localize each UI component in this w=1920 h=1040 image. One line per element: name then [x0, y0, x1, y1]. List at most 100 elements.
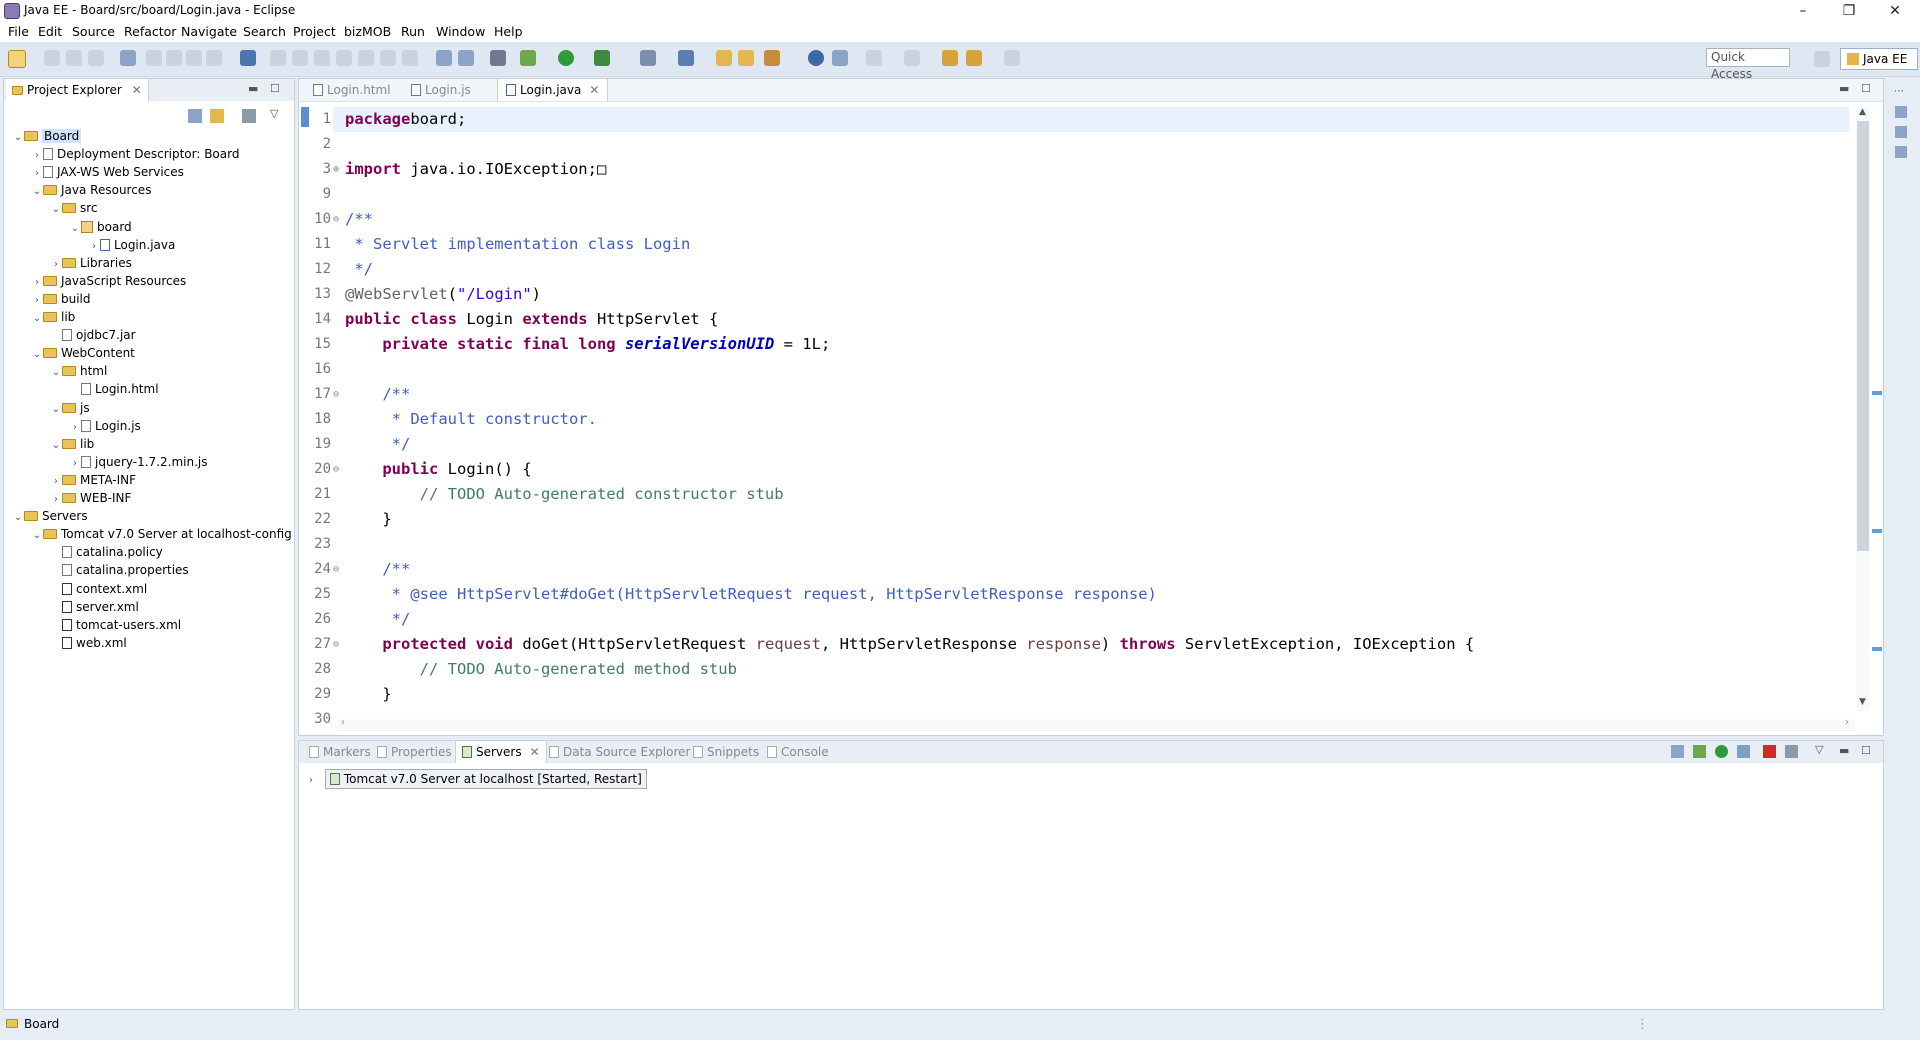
chevron-down-icon[interactable]: ⌄: [50, 401, 62, 419]
menu-help[interactable]: Help: [494, 24, 523, 39]
overview-marker[interactable]: [1872, 647, 1882, 651]
debug-icon[interactable]: [520, 50, 536, 66]
tree-item[interactable]: › Login.java: [88, 236, 175, 254]
palette-icon[interactable]: [1895, 146, 1907, 158]
chevron-down-icon[interactable]: ⌄: [31, 527, 43, 545]
step-over-icon[interactable]: [380, 50, 396, 66]
tab-snippets[interactable]: Snippets: [689, 741, 763, 763]
menu-edit[interactable]: Edit: [38, 24, 62, 39]
copy-icon[interactable]: [166, 50, 182, 66]
new-class-icon[interactable]: [678, 50, 694, 66]
maximize-icon[interactable]: ☐: [1861, 82, 1871, 95]
tab-project-explorer[interactable]: Project Explorer ✕: [6, 79, 149, 101]
tab-console[interactable]: Console: [763, 741, 833, 763]
outline-icon[interactable]: [1895, 126, 1907, 138]
toggle-comment-icon[interactable]: [436, 50, 452, 66]
tree-item[interactable]: › JavaScript Resources: [31, 272, 186, 290]
tab-data-source-explorer[interactable]: Data Source Explorer: [545, 741, 694, 763]
tree-item[interactable]: ⌄ src: [50, 199, 98, 217]
resume-icon[interactable]: [270, 50, 286, 66]
code-line[interactable]: 9: [299, 182, 1849, 207]
tree-item[interactable]: › META-INF: [50, 471, 136, 489]
menu-project[interactable]: Project: [293, 24, 336, 39]
code-line[interactable]: 16: [299, 357, 1849, 382]
code-line[interactable]: 29 }: [299, 682, 1849, 707]
scroll-up-icon[interactable]: ▲: [1859, 107, 1866, 117]
close-icon[interactable]: ✕: [589, 83, 599, 97]
tree-item[interactable]: › WEB-INF: [50, 489, 131, 507]
close-button[interactable]: ✕: [1872, 0, 1918, 22]
close-icon[interactable]: ✕: [132, 83, 142, 97]
scroll-right-icon[interactable]: ›: [1845, 717, 1849, 728]
tree-item[interactable]: ⌄ html: [50, 362, 108, 380]
restore-button[interactable]: ❐: [1826, 0, 1872, 22]
code-line[interactable]: 11 * Servlet implementation class Login: [299, 232, 1849, 257]
next-annotation-icon[interactable]: [866, 50, 882, 66]
suspend-icon[interactable]: [292, 50, 308, 66]
search-icon[interactable]: [764, 50, 780, 66]
menu-window[interactable]: Window: [436, 24, 485, 39]
tree-item[interactable]: ⌄ Tomcat v7.0 Server at localhost-config: [31, 525, 292, 543]
menu-bizmob[interactable]: bizMOB: [344, 24, 391, 39]
tree-item[interactable]: server.xml: [50, 598, 139, 616]
maximize-icon[interactable]: ☐: [270, 82, 280, 95]
chevron-down-icon[interactable]: ⌄: [31, 346, 43, 364]
new-icon[interactable]: [8, 50, 26, 68]
open-resource-icon[interactable]: [738, 50, 754, 66]
fold-collapse-icon[interactable]: ⊖: [333, 382, 339, 407]
code-line[interactable]: 24 ⊖ /**: [299, 557, 1849, 582]
tree-item[interactable]: ojdbc7.jar: [50, 326, 136, 344]
tab-login-js[interactable]: Login.js: [403, 79, 479, 101]
profile-server-icon[interactable]: [1737, 745, 1750, 758]
fold-collapse-icon[interactable]: ⊖: [333, 207, 339, 232]
tree-item[interactable]: Login.html: [69, 380, 159, 398]
chevron-down-icon[interactable]: ⌄: [50, 437, 62, 455]
open-perspective-icon[interactable]: [1814, 51, 1830, 67]
tab-login-html[interactable]: Login.html: [305, 79, 399, 101]
tree-item[interactable]: ⌄ Board: [12, 127, 82, 147]
code-line[interactable]: 13 @WebServlet("/Login"): [299, 282, 1849, 307]
minimize-icon[interactable]: ▬: [1839, 82, 1849, 95]
annotation-icon[interactable]: [832, 50, 848, 66]
maximize-icon[interactable]: ☐: [1861, 744, 1871, 757]
link-editor-icon[interactable]: [210, 109, 224, 123]
menu-file[interactable]: File: [8, 24, 29, 39]
menu-navigate[interactable]: Navigate: [181, 24, 237, 39]
code-line[interactable]: 21 // TODO Auto-generated constructor st…: [299, 482, 1849, 507]
chevron-down-icon[interactable]: ⌄: [12, 129, 24, 147]
settings-gear-icon[interactable]: [490, 50, 506, 66]
step-into-icon[interactable]: [358, 50, 374, 66]
tree-item[interactable]: ⌄ lib: [50, 435, 95, 455]
menu-refactor[interactable]: Refactor: [124, 24, 176, 39]
code-line[interactable]: 19 */: [299, 432, 1849, 457]
build-icon[interactable]: [120, 50, 136, 66]
format-icon[interactable]: [206, 50, 222, 66]
collapse-all-icon[interactable]: [188, 109, 202, 123]
stop-server-icon[interactable]: [1763, 745, 1776, 758]
code-line[interactable]: 10 ⊖ /**: [299, 207, 1849, 232]
menu-run[interactable]: Run: [401, 24, 425, 39]
menu-search[interactable]: Search: [243, 24, 286, 39]
tree-item[interactable]: ⌄ board: [69, 218, 132, 236]
tree-item[interactable]: context.xml: [50, 580, 147, 598]
code-area[interactable]: 1 packageboard; 2 3 ⊕ import java.io.IOExcept…: [299, 107, 1849, 727]
chevron-down-icon[interactable]: ⌄: [12, 509, 24, 527]
tree-item[interactable]: › JAX-WS Web Services: [31, 163, 184, 181]
vertical-scrollbar[interactable]: ▲ ▼: [1856, 107, 1870, 711]
debug-server-icon[interactable]: [1693, 745, 1706, 758]
open-type-icon[interactable]: [716, 50, 732, 66]
minimize-button[interactable]: –: [1780, 0, 1826, 22]
toggle-mark-icon[interactable]: [458, 50, 474, 66]
view-menu-icon[interactable]: ▽: [1815, 743, 1823, 756]
fold-collapse-icon[interactable]: ⊖: [333, 457, 339, 482]
run-icon[interactable]: [558, 50, 574, 66]
terminate-icon[interactable]: [314, 50, 330, 66]
tree-item[interactable]: › Login.js: [69, 417, 141, 435]
fold-collapse-icon[interactable]: ⊖: [333, 632, 339, 657]
view-menu-icon[interactable]: ▽: [270, 107, 278, 120]
paste-icon[interactable]: [186, 50, 202, 66]
scroll-down-icon[interactable]: ▼: [1859, 697, 1866, 707]
last-edit-icon[interactable]: [942, 50, 958, 66]
tree-item[interactable]: ⌄ lib: [31, 308, 76, 326]
quick-access-input[interactable]: Quick Access: [1706, 48, 1790, 81]
